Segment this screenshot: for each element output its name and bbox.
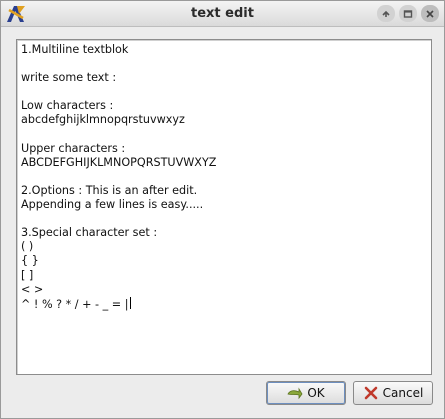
text-edit-dialog: text edit 1.Multiline textblok write some… <box>0 0 445 419</box>
text-line: 3.Special character set : <box>21 226 158 240</box>
cancel-button[interactable]: Cancel <box>353 381 433 405</box>
text-line: < > <box>21 282 44 296</box>
ok-button[interactable]: OK <box>266 381 346 405</box>
close-button[interactable] <box>421 5 439 22</box>
text-line <box>21 85 427 99</box>
text-line: ^ ! % ? * / + - _ = | <box>21 296 131 311</box>
text-line <box>21 212 427 226</box>
text-line: Upper characters : <box>21 141 126 155</box>
text-line <box>21 170 427 184</box>
text-line: ( ) <box>21 240 34 254</box>
title-bar[interactable]: text edit <box>1 1 444 27</box>
text-caret <box>129 296 131 309</box>
text-line: [ ] <box>21 268 34 282</box>
text-line: Low characters : <box>21 99 114 113</box>
shade-button[interactable] <box>377 5 395 22</box>
text-line: write some text : <box>21 71 117 85</box>
text-line: 2.Options : This is an after edit. <box>21 183 198 197</box>
text-content: 1.Multiline textblok write some text : Low… <box>21 43 427 311</box>
cancel-label: Cancel <box>382 386 424 400</box>
text-line <box>21 128 427 142</box>
text-line: ABCDEFGHIJKLMNOPQRSTUVWXYZ <box>21 155 217 169</box>
multiline-text-area[interactable]: 1.Multiline textblok write some text : Low… <box>16 39 432 375</box>
text-line: Appending a few lines is easy..... <box>21 198 204 212</box>
text-line: 1.Multiline textblok <box>21 43 129 56</box>
close-icon <box>426 9 434 18</box>
square-icon <box>403 9 413 18</box>
chevron-up-icon <box>382 10 390 17</box>
maximize-button[interactable] <box>399 5 417 22</box>
ok-icon <box>287 387 303 400</box>
text-line: { } <box>21 254 39 268</box>
text-line: abcdefghijklmnopqrstuvwxyz <box>21 113 185 127</box>
cancel-x-icon <box>364 386 377 400</box>
ok-label: OK <box>307 386 325 400</box>
text-line <box>21 57 427 71</box>
